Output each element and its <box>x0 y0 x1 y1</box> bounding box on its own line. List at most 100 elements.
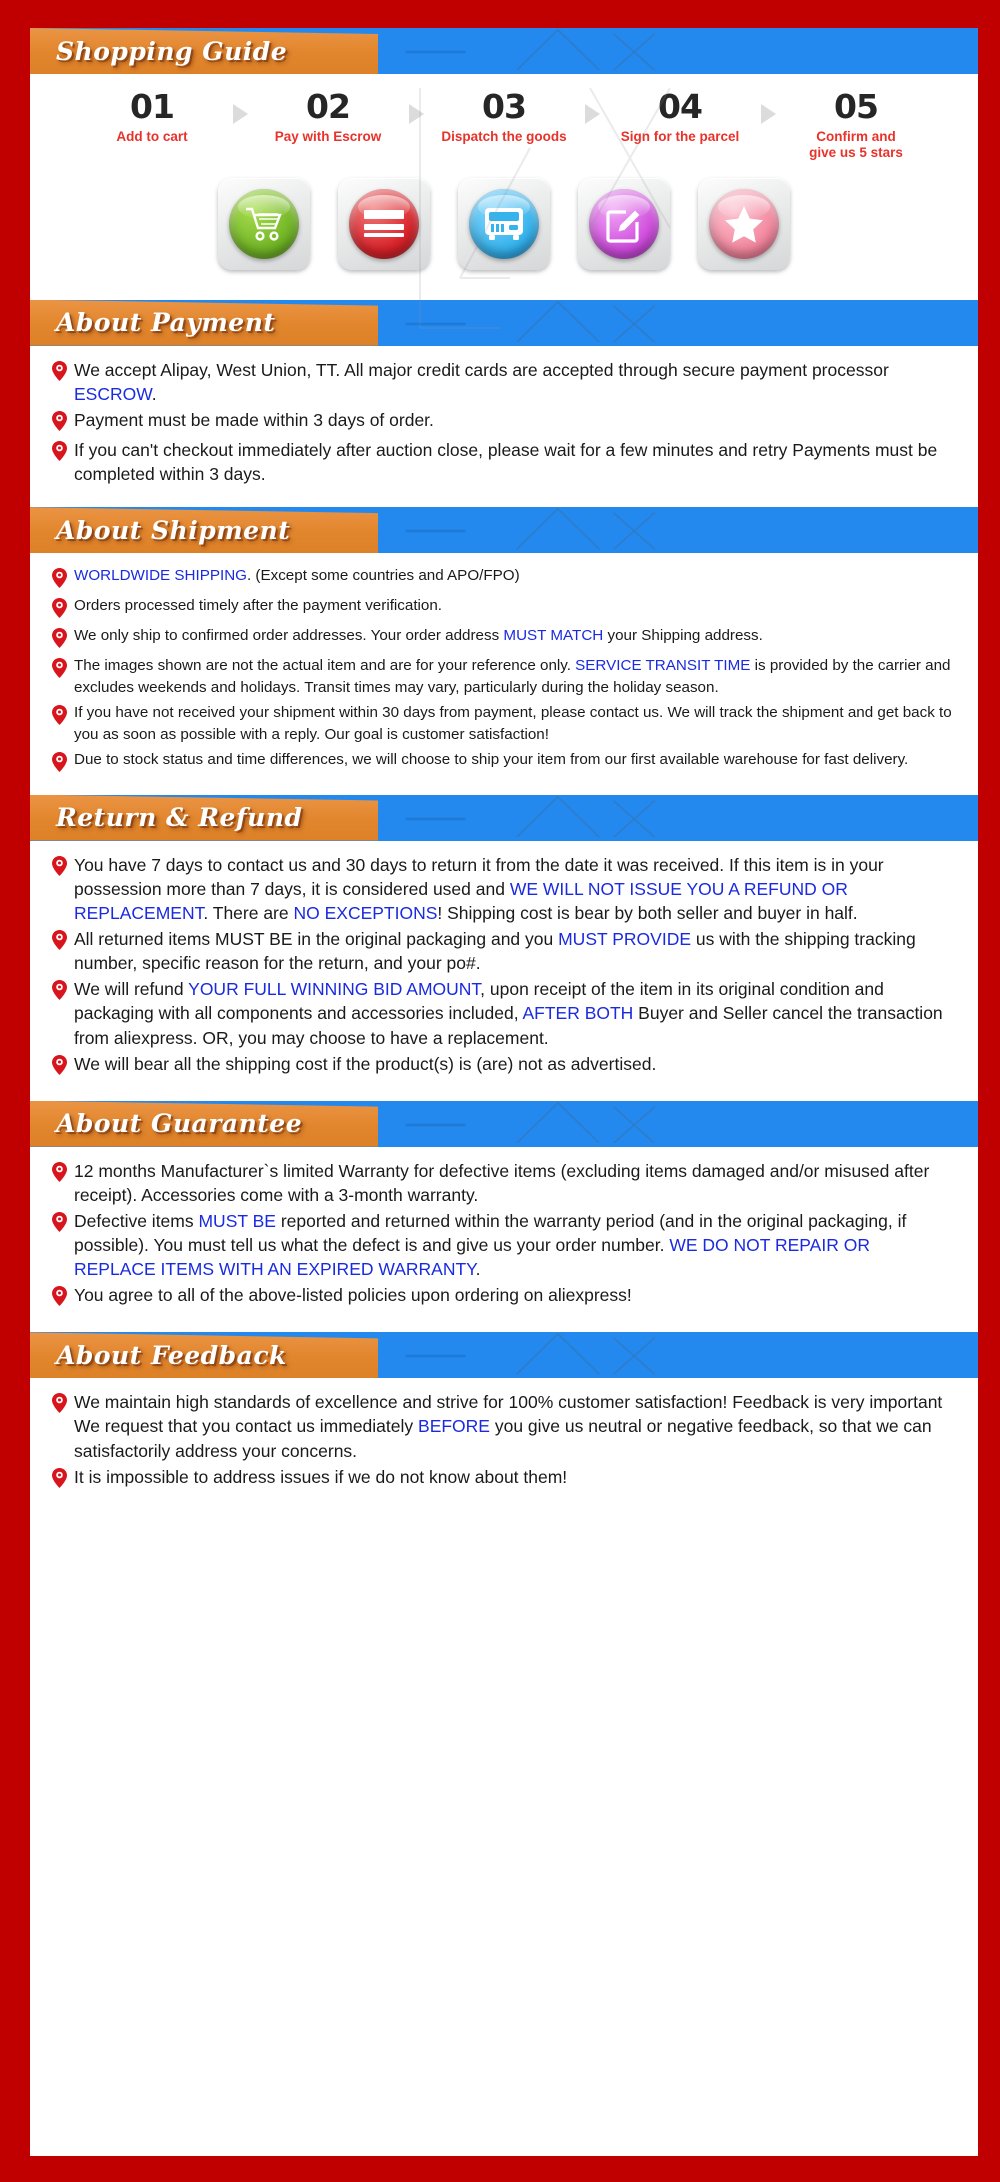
bullet-text: We accept Alipay, West Union, TT. All ma… <box>74 358 952 406</box>
bullet-pin-icon <box>52 358 74 386</box>
bullet-text: You agree to all of the above-listed pol… <box>74 1283 952 1307</box>
bullet-pin-icon <box>52 438 74 466</box>
plain-text: . <box>151 383 157 404</box>
star-icon <box>709 188 779 259</box>
bullet-item: We accept Alipay, West Union, TT. All ma… <box>52 358 952 406</box>
bullet-pin-icon <box>52 853 74 881</box>
shopping-cart-icon <box>229 188 299 259</box>
plain-text: ! Shipping cost is bear by both seller a… <box>437 902 858 923</box>
step-number: 03 <box>482 87 527 126</box>
bullet-item: It is impossible to address issues if we… <box>52 1465 952 1493</box>
bullet-item: WORLDWIDE SHIPPING. (Except some countri… <box>52 565 952 593</box>
section-header-about-guarantee: About Guarantee <box>30 1100 978 1147</box>
map-pin-icon <box>52 598 67 619</box>
plain-text: We will bear all the shipping cost if th… <box>74 1053 657 1074</box>
plain-text: Orders processed timely after the paymen… <box>74 597 443 615</box>
map-pin-icon <box>52 658 67 679</box>
content-sheet: Shopping Guide 01 Add to cart 02 Pay wit… <box>30 28 978 2156</box>
bullet-text: We only ship to confirmed order addresse… <box>74 625 952 647</box>
bullet-pin-icon <box>52 625 74 653</box>
bullet-text: 12 months Manufacturer`s limited Warrant… <box>74 1159 952 1207</box>
bullet-pin-icon <box>52 595 74 623</box>
bullet-item: We will bear all the shipping cost if th… <box>52 1052 952 1080</box>
about-shipment-content: WORLDWIDE SHIPPING. (Except some countri… <box>30 553 978 795</box>
step-icon-tile-1 <box>218 177 310 270</box>
plain-text: We only ship to confirmed order addresse… <box>74 627 504 645</box>
step-02: 02 Pay with Escrow <box>254 87 402 145</box>
banner-watermark-icon <box>405 300 656 343</box>
plain-text: It is impossible to address issues if we… <box>74 1466 568 1487</box>
banner-watermark-icon <box>405 507 656 550</box>
step-number: 02 <box>306 87 351 126</box>
bullet-item: We only ship to confirmed order addresse… <box>52 625 952 653</box>
step-05: 05 Confirm and give us 5 stars <box>782 87 930 162</box>
bullet-pin-icon <box>52 702 74 730</box>
plain-text: If you have not received your shipment w… <box>74 703 952 744</box>
bullet-pin-icon <box>52 1465 74 1493</box>
bullet-text: If you have not received your shipment w… <box>74 702 952 747</box>
map-pin-icon <box>52 568 67 589</box>
section-header-return-refund: Return & Refund <box>30 794 978 841</box>
bullet-text: WORLDWIDE SHIPPING. (Except some countri… <box>74 565 952 587</box>
bullet-item: If you can't checkout immediately after … <box>52 438 952 486</box>
plain-text: Due to stock status and time differences… <box>74 750 909 768</box>
section-title: About Feedback <box>56 1340 287 1370</box>
highlight-text: BEFORE <box>418 1416 490 1437</box>
plain-text: All returned items MUST BE in the origin… <box>74 928 559 949</box>
banner-tab: About Guarantee <box>30 1100 378 1147</box>
highlight-text: MUST MATCH <box>503 627 604 645</box>
map-pin-icon <box>52 1211 67 1232</box>
plain-text: . (Except some countries and APO/FPO) <box>246 567 520 585</box>
step-01: 01 Add to cart <box>78 87 226 145</box>
map-pin-icon <box>52 440 67 461</box>
about-payment-content: We accept Alipay, West Union, TT. All ma… <box>30 345 978 505</box>
step-number: 01 <box>130 87 175 126</box>
bullet-item: Orders processed timely after the paymen… <box>52 595 952 623</box>
banner-tab: About Shipment <box>30 507 378 554</box>
plain-text: You agree to all of the above-listed pol… <box>74 1285 632 1306</box>
map-pin-icon <box>52 1286 67 1307</box>
step-arrow-icon <box>754 90 782 124</box>
step-03: 03 Dispatch the goods <box>430 87 578 145</box>
section-header-shopping-guide: Shopping Guide <box>30 28 978 74</box>
plain-text: your Shipping address. <box>603 627 763 645</box>
highlight-text: MUST PROVIDE <box>558 928 691 949</box>
highlight-text: AFTER BOTH <box>522 1003 634 1024</box>
bullet-pin-icon <box>52 565 74 593</box>
bullet-item: Due to stock status and time differences… <box>52 749 952 777</box>
steps-row: 01 Add to cart 02 Pay with Escrow 03 Dis… <box>30 87 978 162</box>
bullet-item: Defective items MUST BE reported and ret… <box>52 1209 952 1281</box>
map-pin-icon <box>52 704 67 725</box>
guide-body: 01 Add to cart 02 Pay with Escrow 03 Dis… <box>30 74 978 300</box>
map-pin-icon <box>52 855 67 876</box>
section-title: Shopping Guide <box>56 36 288 66</box>
section-title: Return & Refund <box>56 803 303 833</box>
bullet-text: It is impossible to address issues if we… <box>74 1465 952 1489</box>
bullet-text: The images shown are not the actual item… <box>74 655 952 700</box>
step-label: Pay with Escrow <box>274 128 382 144</box>
bullet-item: The images shown are not the actual item… <box>52 655 952 700</box>
plain-text: . <box>475 1259 481 1280</box>
bullet-pin-icon <box>52 977 74 1005</box>
step-icon-tile-3 <box>458 177 550 270</box>
highlight-text: YOUR FULL WINNING BID AMOUNT <box>188 979 481 1000</box>
highlight-text: NO EXCEPTIONS <box>293 902 438 923</box>
step-arrow-icon <box>578 90 606 124</box>
delivery-bus-icon <box>469 188 539 259</box>
banner-watermark-icon <box>405 795 656 837</box>
step-arrow-icon <box>226 90 254 124</box>
map-pin-icon <box>52 628 67 649</box>
plain-text: 12 months Manufacturer`s limited Warrant… <box>74 1160 930 1205</box>
bullet-text: Payment must be made within 3 days of or… <box>74 408 952 432</box>
map-pin-icon <box>52 360 67 381</box>
return-refund-content: You have 7 days to contact us and 30 day… <box>30 840 978 1098</box>
bullet-pin-icon <box>52 1283 74 1311</box>
step-arrow-icon <box>402 90 430 124</box>
highlight-text: WORLDWIDE SHIPPING <box>74 567 247 585</box>
edit-pencil-icon <box>589 188 659 259</box>
map-pin-icon <box>52 1393 67 1414</box>
plain-text: Payment must be made within 3 days of or… <box>74 409 434 430</box>
step-number: 05 <box>834 87 879 126</box>
bullet-text: You have 7 days to contact us and 30 day… <box>74 853 952 925</box>
bullet-text: We will bear all the shipping cost if th… <box>74 1052 952 1076</box>
